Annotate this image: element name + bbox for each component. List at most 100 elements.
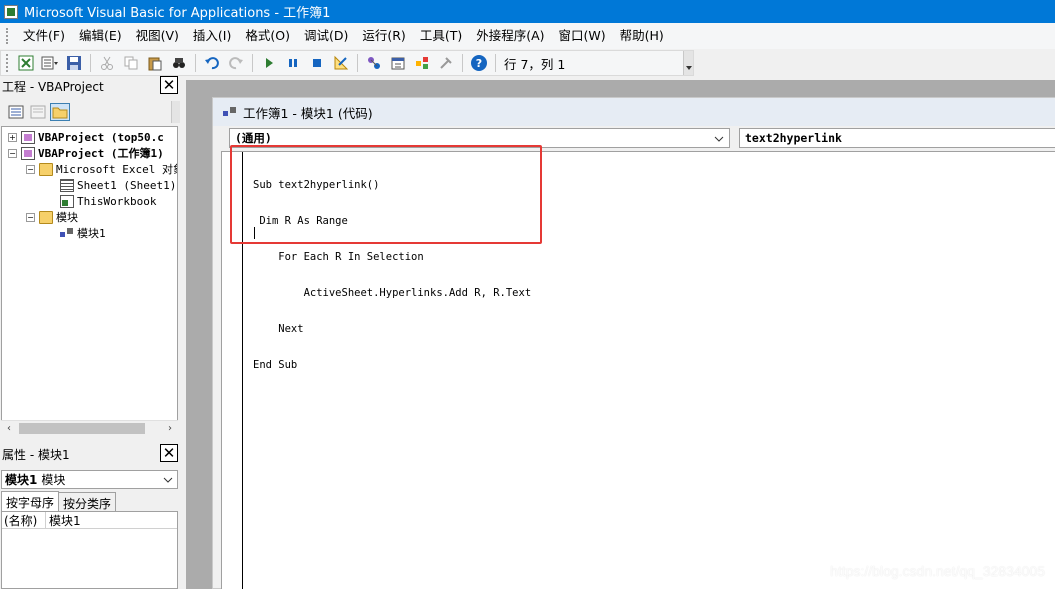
- run-icon[interactable]: [259, 53, 279, 73]
- folder-icon: [39, 162, 53, 176]
- collapse-icon[interactable]: −: [8, 148, 17, 158]
- project-tree-hscrollbar[interactable]: ‹ ›: [1, 420, 178, 436]
- collapse-icon[interactable]: −: [26, 164, 35, 174]
- menu-grip: [6, 28, 10, 44]
- toolbox-icon[interactable]: [436, 53, 456, 73]
- watermark: https://blog.csdn.net/qq_32834005: [830, 563, 1045, 579]
- view-code-icon[interactable]: [6, 103, 26, 121]
- tree-item-thisworkbook[interactable]: ThisWorkbook: [60, 193, 156, 209]
- app-icon: [4, 4, 18, 19]
- code-line: Next: [253, 323, 304, 335]
- toolbar-separator: [252, 54, 253, 72]
- toolbar-grip: [6, 54, 10, 72]
- object-combo[interactable]: (通用): [229, 128, 730, 148]
- procedure-combo[interactable]: text2hyperlink: [739, 128, 1055, 148]
- view-excel-icon[interactable]: [16, 53, 36, 73]
- pause-icon[interactable]: [283, 53, 303, 73]
- insert-module-icon[interactable]: [40, 53, 60, 73]
- text-cursor: [254, 227, 255, 239]
- properties-pane-close-icon[interactable]: ✕: [160, 444, 178, 462]
- scroll-right-icon[interactable]: ›: [162, 421, 178, 436]
- project-tree: + VBAProject (top50.c − VBAProject (工作簿1…: [1, 126, 178, 436]
- project-pane-header: 工程 - VBAProject ✕: [0, 75, 180, 97]
- properties-tabs: 按字母序 按分类序: [1, 491, 178, 512]
- code-margin: [222, 152, 243, 589]
- menu-tools[interactable]: 工具(T): [413, 23, 469, 49]
- expand-icon[interactable]: +: [8, 132, 17, 142]
- code-window: 工作簿1 - 模块1 (代码) (通用) text2hyperlink Sub …: [212, 97, 1055, 589]
- chevron-down-icon[interactable]: [161, 473, 175, 487]
- menu-help[interactable]: 帮助(H): [613, 23, 671, 49]
- code-window-title: 工作簿1 - 模块1 (代码): [243, 105, 373, 121]
- cut-icon[interactable]: [97, 53, 117, 73]
- view-object-icon[interactable]: [28, 103, 48, 121]
- menu-insert[interactable]: 插入(I): [186, 23, 238, 49]
- workbook-icon: [60, 194, 74, 208]
- properties-pane-header: 属性 - 模块1 ✕: [0, 443, 180, 465]
- cursor-position-status: 行 7，列 1: [504, 56, 566, 72]
- property-row[interactable]: (名称) 模块1: [2, 512, 177, 529]
- code-editor[interactable]: Sub text2hyperlink() Dim R As Range For …: [221, 151, 1055, 589]
- module-icon: [223, 106, 239, 119]
- code-line: For Each R In Selection: [253, 251, 424, 263]
- tree-item-modules-folder[interactable]: − 模块: [26, 209, 78, 225]
- menu-bar: 文件(F) 编辑(E) 视图(V) 插入(I) 格式(O) 调试(D) 运行(R…: [0, 23, 1055, 49]
- menu-addins[interactable]: 外接程序(A): [469, 23, 551, 49]
- menu-view[interactable]: 视图(V): [129, 23, 186, 49]
- project-toolbar-overflow[interactable]: [171, 101, 180, 123]
- toolbar-separator: [90, 54, 91, 72]
- save-icon[interactable]: [64, 53, 84, 73]
- collapse-icon[interactable]: −: [26, 212, 35, 222]
- toggle-folders-icon[interactable]: [50, 103, 70, 121]
- menu-window[interactable]: 窗口(W): [552, 23, 613, 49]
- stop-icon[interactable]: [307, 53, 327, 73]
- undo-icon[interactable]: [202, 53, 222, 73]
- toolbar-separator: [195, 54, 196, 72]
- code-line: ActiveSheet.Hyperlinks.Add R, R.Text: [253, 287, 532, 299]
- tree-item-module1[interactable]: 模块1: [60, 225, 106, 241]
- menu-edit[interactable]: 编辑(E): [72, 23, 129, 49]
- tree-item-vbaproject-top50[interactable]: + VBAProject (top50.c: [8, 129, 164, 145]
- project-explorer-icon[interactable]: [364, 53, 384, 73]
- worksheet-icon: [60, 178, 74, 192]
- project-pane-close-icon[interactable]: ✕: [160, 76, 178, 94]
- menu-format[interactable]: 格式(O): [238, 23, 297, 49]
- scroll-left-icon[interactable]: ‹: [1, 421, 17, 436]
- paste-icon[interactable]: [145, 53, 165, 73]
- menu-debug[interactable]: 调试(D): [297, 23, 355, 49]
- code-line: Dim R As Range: [253, 215, 348, 227]
- svg-text:?: ?: [476, 57, 482, 70]
- title-bar: Microsoft Visual Basic for Applications …: [0, 0, 1055, 23]
- scroll-thumb[interactable]: [19, 423, 145, 434]
- object-browser-icon[interactable]: [412, 53, 432, 73]
- properties-pane-title: 属性 - 模块1: [2, 447, 70, 462]
- standard-toolbar: ? 行 7，列 1: [0, 50, 694, 76]
- find-icon[interactable]: [169, 53, 189, 73]
- vba-project-icon: [21, 146, 35, 160]
- tab-alphabetic[interactable]: 按字母序: [1, 491, 60, 512]
- copy-icon[interactable]: [121, 53, 141, 73]
- tree-item-excel-objects[interactable]: − Microsoft Excel 对象: [26, 161, 177, 177]
- project-pane-title: 工程 - VBAProject: [2, 79, 104, 94]
- module-icon: [60, 227, 74, 240]
- design-mode-icon[interactable]: [331, 53, 351, 73]
- window-title: Microsoft Visual Basic for Applications …: [24, 6, 331, 21]
- properties-window-icon[interactable]: [388, 53, 408, 73]
- properties-object-select[interactable]: 模块1 模块: [1, 470, 178, 489]
- code-text[interactable]: Sub text2hyperlink() Dim R As Range For …: [253, 155, 531, 395]
- toolbar-overflow-button[interactable]: [683, 51, 693, 75]
- tab-categorized[interactable]: 按分类序: [59, 492, 117, 512]
- help-icon[interactable]: ?: [469, 53, 489, 73]
- toolbar-separator: [462, 54, 463, 72]
- menu-file[interactable]: 文件(F): [16, 23, 72, 49]
- vba-project-icon: [21, 130, 35, 144]
- tree-item-vbaproject-workbook1[interactable]: − VBAProject (工作簿1): [8, 145, 164, 161]
- chevron-down-icon[interactable]: [712, 132, 726, 146]
- properties-grid: (名称) 模块1: [1, 511, 178, 589]
- tree-item-sheet1[interactable]: Sheet1 (Sheet1): [60, 177, 176, 193]
- code-window-titlebar: 工作簿1 - 模块1 (代码): [213, 98, 1055, 126]
- menu-run[interactable]: 运行(R): [355, 23, 412, 49]
- code-line: Sub text2hyperlink(): [253, 179, 380, 191]
- redo-icon[interactable]: [226, 53, 246, 73]
- code-line: End Sub: [253, 359, 298, 371]
